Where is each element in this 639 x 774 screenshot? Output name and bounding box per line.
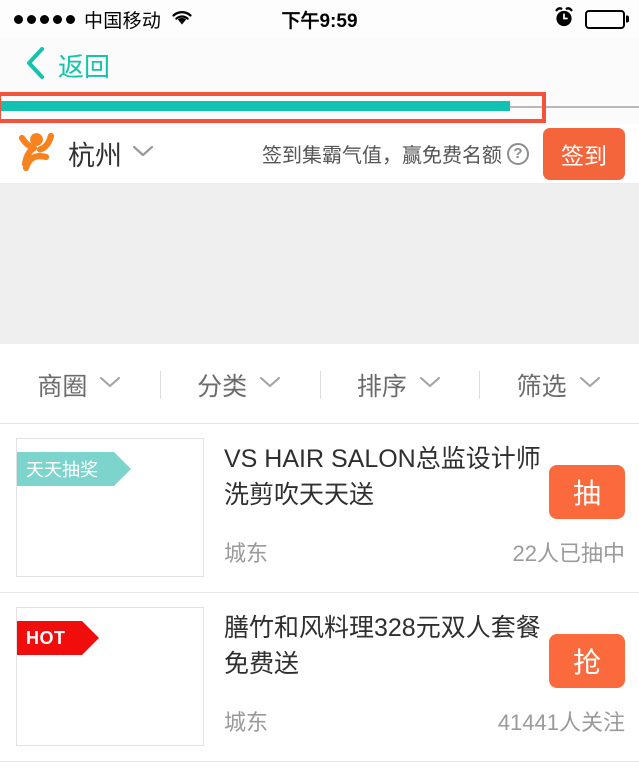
status-badge: HOT bbox=[17, 621, 98, 655]
deal-participant-count: 41441人关注 bbox=[497, 710, 625, 735]
navigation-bar: 返回 bbox=[0, 38, 639, 92]
filter-label: 筛选 bbox=[516, 372, 567, 401]
filter-business-district[interactable]: 商圈 bbox=[0, 367, 160, 403]
status-bar-left: 中国移动 bbox=[14, 6, 194, 33]
chevron-down-icon bbox=[578, 375, 602, 394]
question-mark-circle-icon[interactable]: ? bbox=[507, 142, 529, 165]
carrier-label: 中国移动 bbox=[84, 10, 162, 32]
filter-bar: 商圈 分类 排序 筛选 bbox=[0, 346, 639, 424]
deal-action-button[interactable]: 抢 bbox=[549, 634, 625, 688]
city-checkin-row: 杭州 签到集霸气值，赢免费名额 ? 签到 bbox=[0, 124, 639, 184]
signal-strength-icon bbox=[14, 14, 75, 24]
status-bar: 中国移动 下午9:59 bbox=[0, 0, 639, 38]
deal-meta: 城东 41441人关注 bbox=[224, 705, 625, 747]
progress-fill bbox=[0, 101, 510, 111]
filter-label: 分类 bbox=[197, 372, 248, 401]
list-item[interactable]: HOT 膳竹和风料理328元双人套餐免费送 城东 41441人关注 抢 bbox=[0, 593, 639, 762]
deal-title: VS HAIR SALON总监设计师洗剪吹天天送 bbox=[224, 445, 541, 509]
back-button-label: 返回 bbox=[58, 51, 111, 82]
filter-label: 商圈 bbox=[37, 372, 88, 401]
status-badge: 天天抽奖 bbox=[17, 452, 131, 486]
chevron-down-icon bbox=[132, 144, 154, 163]
wifi-icon bbox=[170, 8, 194, 31]
banner-image-placeholder[interactable] bbox=[0, 184, 639, 344]
back-button[interactable]: 返回 bbox=[24, 46, 110, 85]
battery-icon bbox=[585, 9, 625, 29]
checkin-promo-label: 签到集霸气值，赢免费名额 bbox=[262, 145, 502, 167]
checkin-promo-text-group: 签到集霸气值，赢免费名额 ? bbox=[262, 139, 529, 168]
status-bar-right bbox=[553, 6, 625, 33]
deal-thumbnail-placeholder: HOT bbox=[16, 607, 204, 746]
chevron-down-icon bbox=[258, 375, 282, 394]
filter-sort[interactable]: 排序 bbox=[320, 367, 480, 403]
chevron-left-icon bbox=[24, 46, 46, 85]
deal-thumbnail-placeholder: 天天抽奖 bbox=[16, 438, 204, 577]
deal-meta: 城东 22人已抽中 bbox=[224, 536, 625, 578]
deal-participant-count: 22人已抽中 bbox=[512, 541, 625, 566]
deal-location: 城东 bbox=[224, 710, 269, 735]
deal-body: 膳竹和风料理328元双人套餐免费送 城东 41441人关注 抢 bbox=[204, 607, 625, 747]
filter-refine[interactable]: 筛选 bbox=[479, 367, 639, 403]
deal-body: VS HAIR SALON总监设计师洗剪吹天天送 城东 22人已抽中 抽 bbox=[204, 438, 625, 578]
filter-label: 排序 bbox=[356, 372, 407, 401]
deal-action-button[interactable]: 抽 bbox=[549, 465, 625, 519]
deal-location: 城东 bbox=[224, 541, 269, 566]
deal-list: 天天抽奖 VS HAIR SALON总监设计师洗剪吹天天送 城东 22人已抽中 … bbox=[0, 424, 639, 762]
dianping-mascot-icon bbox=[16, 130, 58, 177]
list-item[interactable]: 天天抽奖 VS HAIR SALON总监设计师洗剪吹天天送 城东 22人已抽中 … bbox=[0, 424, 639, 593]
checkin-button[interactable]: 签到 bbox=[543, 127, 625, 180]
city-name-label: 杭州 bbox=[68, 141, 122, 171]
chevron-down-icon bbox=[418, 375, 442, 394]
filter-category[interactable]: 分类 bbox=[160, 367, 320, 403]
city-selector[interactable]: 杭州 bbox=[16, 130, 154, 177]
page-load-progress bbox=[0, 92, 639, 124]
deal-title: 膳竹和风料理328元双人套餐免费送 bbox=[224, 614, 541, 678]
chevron-down-icon bbox=[98, 375, 122, 394]
alarm-clock-icon bbox=[553, 6, 575, 33]
